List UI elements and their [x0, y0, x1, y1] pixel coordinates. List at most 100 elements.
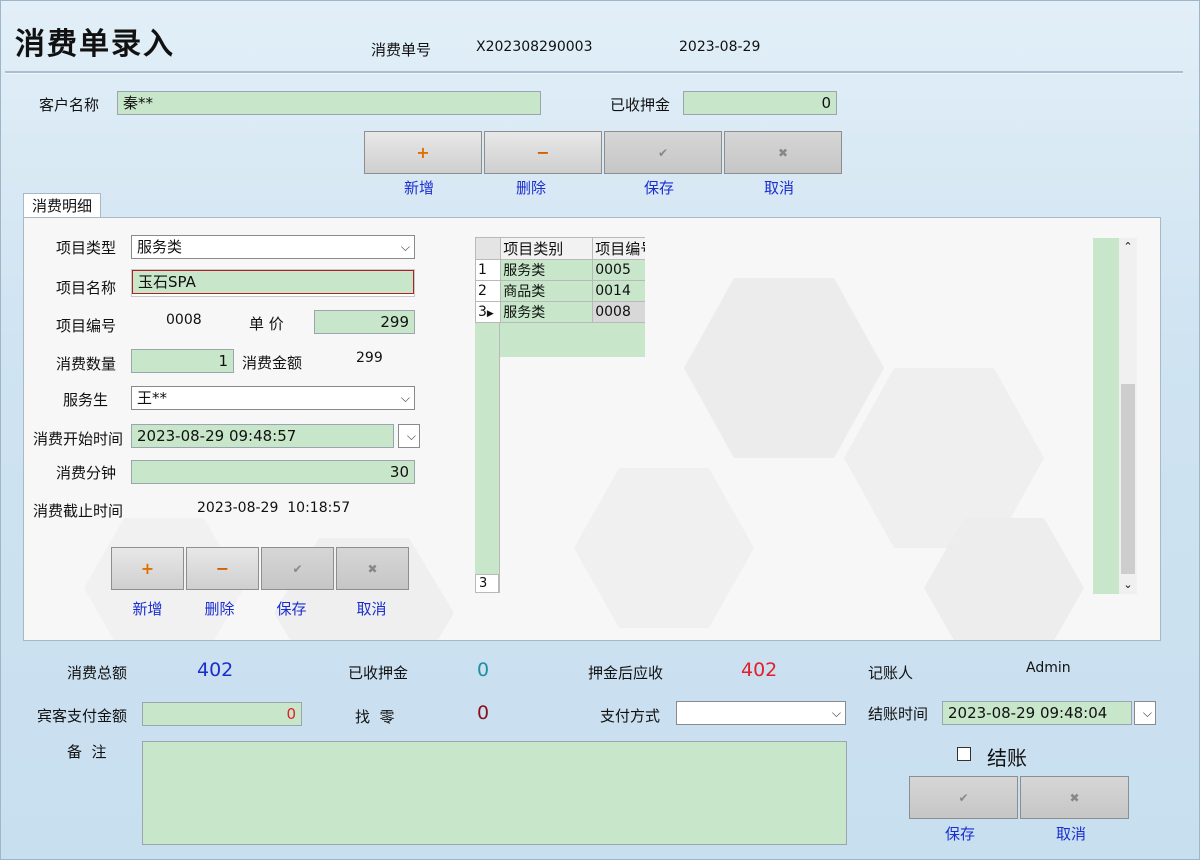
scrollbar-thumb[interactable] [1121, 384, 1135, 574]
check-icon: ✔ [657, 145, 669, 160]
start-time-picker-button[interactable]: ⌵ [398, 424, 420, 448]
chevron-down-icon: ⌵ [400, 391, 410, 405]
minutes-field[interactable]: 30 [131, 460, 415, 484]
grid-cell[interactable]: 商品类 [500, 280, 594, 302]
item-name-combo[interactable]: 玉石SPA [131, 269, 415, 297]
grid-cell[interactable]: 0008 [592, 301, 645, 323]
detail-delete-button[interactable]: − [186, 547, 259, 590]
waiter-value: 王** [137, 389, 168, 407]
row-pointer-icon: ▶ [486, 309, 494, 319]
top-delete-label[interactable]: 删除 [476, 177, 586, 198]
check-icon: ✔ [292, 561, 303, 576]
top-delete-button[interactable]: − [484, 131, 602, 174]
final-save-label[interactable]: 保存 [909, 823, 1011, 844]
final-cancel-label[interactable]: 取消 [1020, 823, 1122, 844]
close-icon: ✖ [367, 561, 378, 576]
summary-deposit-value: 0 [477, 659, 490, 681]
background-hex-decoration [574, 468, 754, 628]
due-value: 402 [741, 659, 778, 681]
detail-cancel-button[interactable]: ✖ [336, 547, 409, 590]
top-add-label[interactable]: 新增 [364, 177, 474, 198]
qty-label: 消费数量 [56, 355, 117, 373]
start-time-field[interactable]: 2023-08-29 09:48:57 [131, 424, 394, 448]
row-number: 1 [475, 259, 502, 281]
customer-name-label: 客户名称 [39, 96, 100, 114]
change-value: 0 [477, 702, 490, 724]
detail-add-label[interactable]: 新增 [111, 598, 184, 619]
close-icon: ✖ [777, 145, 789, 160]
grid-header-row: 项目类别 项目编号 [475, 237, 645, 260]
qty-field[interactable]: 1 [131, 349, 234, 373]
order-date-value: 2023-08-29 [679, 39, 761, 55]
checkout-time-picker-button[interactable]: ⌵ [1134, 701, 1156, 725]
scroll-side-strip [1093, 238, 1119, 594]
checkout-time-label: 结账时间 [868, 705, 929, 723]
table-row[interactable]: 1 服务类 0005 [475, 259, 645, 281]
tab-consumption-detail[interactable]: 消费明细 [23, 193, 101, 219]
deposit-field[interactable]: 0 [683, 91, 837, 115]
top-save-label[interactable]: 保存 [604, 177, 714, 198]
unit-price-field[interactable]: 299 [314, 310, 415, 334]
detail-save-button[interactable]: ✔ [261, 547, 334, 590]
due-label: 押金后应收 [588, 664, 664, 682]
total-value: 402 [197, 659, 234, 681]
waiter-select[interactable]: 王** ⌵ [131, 386, 415, 410]
paid-label: 宾客支付金额 [37, 707, 128, 725]
item-code-value: 0008 [166, 312, 202, 328]
item-name-field[interactable]: 玉石SPA [132, 270, 414, 294]
row-number: 2 [475, 280, 502, 302]
grid-header[interactable]: 项目编号 [592, 237, 645, 260]
scroll-up-icon[interactable]: ⌃ [1119, 238, 1137, 256]
top-add-button[interactable]: + [364, 131, 482, 174]
header-divider [5, 71, 1183, 74]
remark-label: 备 注 [67, 743, 107, 761]
remark-textarea[interactable] [142, 741, 847, 845]
top-cancel-label[interactable]: 取消 [724, 177, 834, 198]
detail-add-button[interactable]: + [111, 547, 184, 590]
grid-cell[interactable]: 服务类 [500, 259, 594, 281]
settle-checkbox[interactable] [957, 747, 971, 761]
amount-label: 消费金额 [242, 354, 303, 372]
minutes-label: 消费分钟 [56, 464, 117, 482]
check-icon: ✔ [958, 790, 969, 805]
checkout-time-field[interactable]: 2023-08-29 09:48:04 [942, 701, 1132, 725]
bookkeeper-value: Admin [1026, 660, 1071, 676]
grid-corner [475, 237, 502, 260]
vertical-scrollbar[interactable]: ⌃ ⌄ [1119, 238, 1137, 594]
page-title: 消费单录入 [15, 27, 175, 62]
detail-cancel-label[interactable]: 取消 [335, 598, 408, 619]
scroll-down-icon[interactable]: ⌄ [1119, 576, 1137, 594]
chevron-down-icon: ⌵ [406, 429, 416, 443]
row-number: 3▶ [475, 301, 502, 323]
minus-icon: − [536, 143, 550, 162]
customer-name-field[interactable]: 秦** [117, 91, 541, 115]
item-code-label: 项目编号 [56, 317, 117, 335]
grid-row-count: 3 [475, 574, 499, 593]
waiter-label: 服务生 [63, 391, 109, 409]
final-cancel-button[interactable]: ✖ [1020, 776, 1129, 819]
item-type-label: 项目类型 [56, 239, 117, 257]
paid-field[interactable]: 0 [142, 702, 302, 726]
detail-save-label[interactable]: 保存 [255, 598, 328, 619]
consumption-entry-window: 消费单录入 消费单号 X202308290003 2023-08-29 客户名称… [0, 0, 1200, 860]
item-type-select[interactable]: 服务类 ⌵ [131, 235, 415, 259]
grid-cell[interactable]: 服务类 [500, 301, 594, 323]
close-icon: ✖ [1069, 790, 1080, 805]
item-name-label: 项目名称 [56, 279, 117, 297]
table-row[interactable]: 2 商品类 0014 [475, 280, 645, 302]
items-grid: 项目类别 项目编号 1 服务类 0005 2 商品类 0014 3▶ 服务类 0… [475, 237, 645, 323]
top-cancel-button[interactable]: ✖ [724, 131, 842, 174]
amount-value: 299 [356, 350, 383, 366]
grid-cell[interactable]: 0005 [592, 259, 645, 281]
final-save-button[interactable]: ✔ [909, 776, 1018, 819]
chevron-down-icon: ⌵ [400, 240, 410, 254]
table-row-selected[interactable]: 3▶ 服务类 0008 [475, 301, 645, 323]
top-save-button[interactable]: ✔ [604, 131, 722, 174]
grid-header[interactable]: 项目类别 [500, 237, 594, 260]
pay-method-select[interactable]: ⌵ [676, 701, 846, 725]
grid-cell[interactable]: 0014 [592, 280, 645, 302]
start-time-label: 消费开始时间 [33, 430, 124, 448]
detail-delete-label[interactable]: 删除 [183, 598, 256, 619]
end-time-label: 消费截止时间 [33, 502, 124, 520]
settle-label[interactable]: 结账 [987, 742, 1027, 771]
